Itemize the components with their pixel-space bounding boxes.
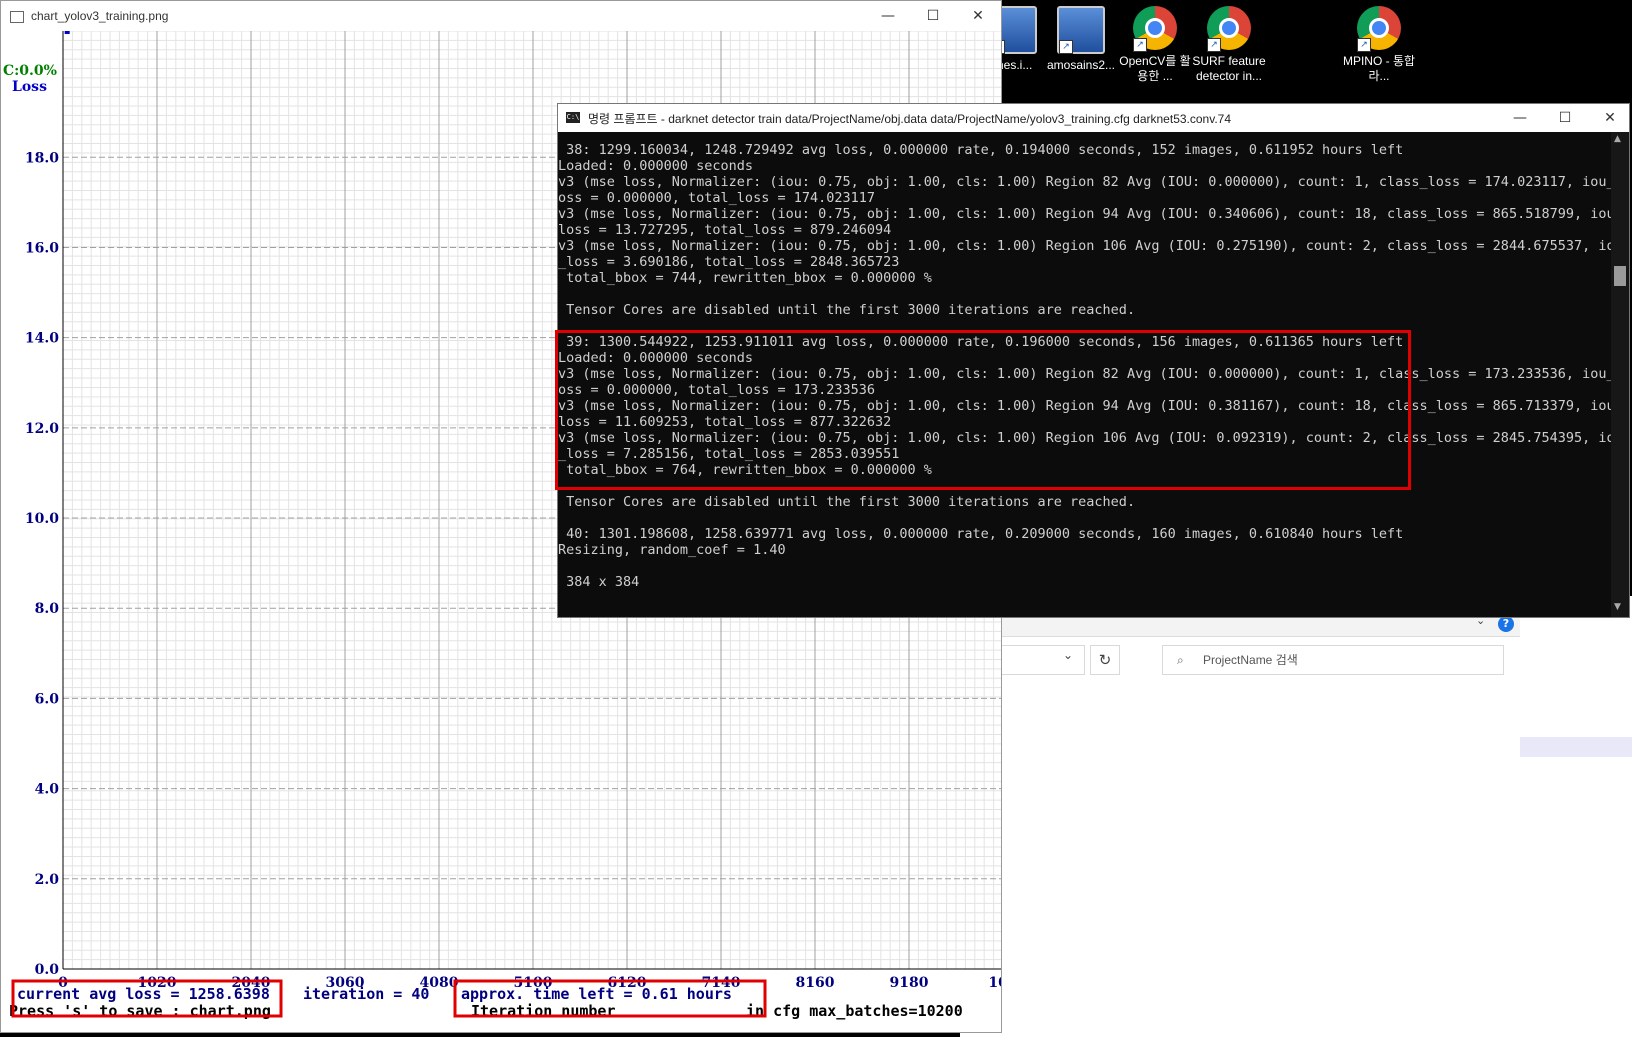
chart-window-title: chart_yolov3_training.png (31, 9, 169, 23)
minimize-button[interactable]: — (1505, 107, 1535, 129)
console-line: total_bbox = 744, rewritten_bbox = 0.000… (558, 270, 932, 286)
console-line: loss = 13.727295, total_loss = 879.24609… (558, 222, 892, 238)
selected-row (1520, 737, 1632, 757)
loss-point (64, 31, 70, 34)
desktop-shortcut[interactable]: ↗ SURF feature detector in... (1192, 6, 1266, 84)
chevron-down-icon[interactable]: ⌄ (1063, 648, 1073, 662)
console-line: v3 (mse loss, Normalizer: (iou: 0.75, ob… (558, 206, 1611, 222)
y-tick-label: 2.0 (35, 872, 60, 888)
refresh-button[interactable]: ↻ (1090, 645, 1120, 675)
scroll-down-icon[interactable]: ▼ (1614, 602, 1621, 612)
search-icon: ⌕ (1177, 653, 1184, 667)
chrome-icon: ↗ (1207, 6, 1251, 52)
max-batches-text: in cfg max_batches=10200 (746, 1002, 963, 1020)
console-app-icon: C:\ (566, 112, 580, 123)
desktop-shortcut[interactable]: ↗ OpenCV를 활용한 ... (1118, 6, 1192, 84)
search-placeholder: ProjectName 검색 (1203, 653, 1298, 667)
console-line: Resizing, random_coef = 1.40 (558, 542, 786, 558)
chart-series (64, 31, 70, 34)
x-tick-label: 9180 (890, 975, 929, 991)
legend-accuracy-label: C:0.0% (3, 63, 57, 79)
console-line: 384 x 384 (558, 574, 640, 590)
close-button[interactable]: ✕ (963, 5, 993, 27)
y-tick-label: 16.0 (25, 240, 59, 256)
y-tick-label: 10.0 (25, 511, 59, 527)
file-explorer-window: ⌄ ? ⌄ ↻ ⌕ ProjectName 검색 (960, 596, 1520, 1037)
console-line: Loaded: 0.000000 seconds (558, 158, 754, 174)
y-tick-label: 8.0 (35, 601, 60, 617)
console-line: v3 (mse loss, Normalizer: (iou: 0.75, ob… (558, 238, 1611, 254)
time-left-text: approx. time left = 0.61 hours (461, 985, 732, 1003)
scrollbar-thumb[interactable] (1614, 266, 1626, 286)
desktop-shortcut-label: SURF feature detector in... (1192, 54, 1266, 83)
legend-loss-label: Loss (12, 79, 47, 95)
background-window (1520, 596, 1632, 1037)
command-prompt-window[interactable]: C:\ 명령 프롬프트 - darknet detector train dat… (555, 103, 1630, 618)
desktop-shortcut-label: OpenCV를 활용한 ... (1119, 54, 1191, 83)
console-line: oss = 0.000000, total_loss = 174.023117 (558, 190, 875, 206)
chart-window-titlebar[interactable]: chart_yolov3_training.png — ☐ ✕ (1, 1, 1001, 31)
console-title: 명령 프롬프트 - darknet detector train data/Pr… (588, 112, 1232, 126)
y-tick-label: 4.0 (35, 782, 60, 798)
console-titlebar[interactable]: C:\ 명령 프롬프트 - darknet detector train dat… (558, 104, 1629, 132)
minimize-button[interactable]: — (873, 5, 903, 27)
console-scrollbar[interactable]: ▲ ▼ (1611, 132, 1629, 617)
search-input[interactable]: ⌕ ProjectName 검색 (1162, 645, 1504, 675)
y-tick-label: 14.0 (25, 331, 59, 347)
highlight-box (555, 330, 1411, 490)
x-tick-label: 8160 (796, 975, 835, 991)
desktop-shortcut-label: amosains2... (1046, 58, 1116, 72)
window-app-icon (10, 11, 24, 23)
console-line: _loss = 3.690186, total_loss = 2848.3657… (558, 254, 900, 270)
chart-legend: C:0.0%Loss (3, 63, 57, 95)
y-tick-label: 6.0 (35, 691, 60, 707)
maximize-button[interactable]: ☐ (918, 5, 948, 27)
x-tick-label: 102 (988, 975, 1001, 991)
y-tick-label: 12.0 (25, 421, 59, 437)
desktop-shortcut[interactable]: ↗ MPINO - 통합 라... (1342, 6, 1416, 84)
chrome-icon: ↗ (1357, 6, 1401, 52)
desktop-shortcut[interactable]: ↗ amosains2... (1044, 6, 1118, 73)
console-line: 40: 1301.198608, 1258.639771 avg loss, 0… (558, 526, 1404, 542)
current-avg-loss-text: current avg loss = 1258.6398 (17, 985, 270, 1003)
console-line: Tensor Cores are disabled until the firs… (558, 302, 1136, 318)
console-line: v3 (mse loss, Normalizer: (iou: 0.75, ob… (558, 174, 1611, 190)
y-tick-label: 0.0 (35, 962, 60, 978)
console-line: 38: 1299.160034, 1248.729492 avg loss, 0… (558, 142, 1404, 158)
close-button[interactable]: ✕ (1595, 107, 1625, 129)
maximize-button[interactable]: ☐ (1550, 107, 1580, 129)
console-line: Tensor Cores are disabled until the firs… (558, 494, 1136, 510)
scroll-up-icon[interactable]: ▲ (1614, 134, 1621, 144)
desktop-shortcut-label: MPINO - 통합 라... (1342, 54, 1416, 83)
monitor-icon: ↗ (1057, 6, 1105, 54)
y-tick-label: 18.0 (25, 150, 59, 166)
chrome-icon: ↗ (1133, 6, 1177, 52)
iteration-text: iteration = 40 (303, 985, 429, 1003)
